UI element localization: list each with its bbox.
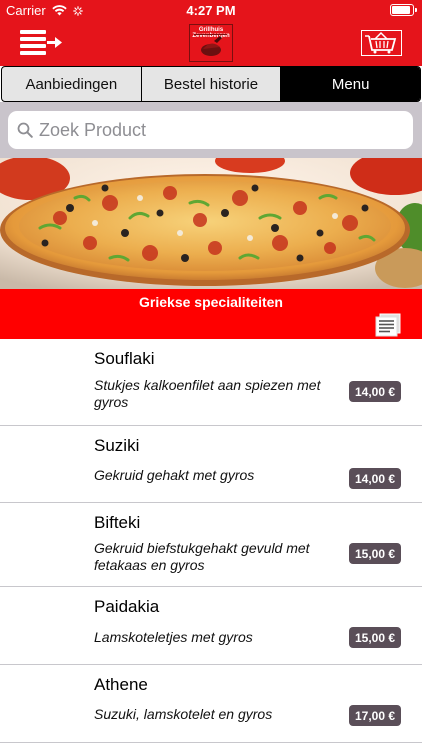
search-bar <box>0 102 422 158</box>
status-bar: Carrier 4:27 PM <box>0 0 422 20</box>
category-header: Griekse specialiteiten <box>0 289 422 339</box>
hero-pizza-image <box>0 158 422 289</box>
product-row-paidakia[interactable]: Paidakia Lamskoteletjes met gyros 15,00 … <box>0 587 422 665</box>
search-input[interactable] <box>39 119 399 141</box>
product-description: Stukjes kalkoenfilet aan spiezen met gyr… <box>94 377 321 410</box>
document-list-button[interactable] <box>375 313 402 337</box>
product-list: Souflaki Stukjes kalkoenfilet aan spieze… <box>0 339 422 743</box>
nav-bar: Grillhuis Zevenbergen <box>0 20 422 66</box>
tab-bestel-historie[interactable]: Bestel historie <box>140 67 281 101</box>
product-description: Suzuki, lamskotelet en gyros <box>94 706 273 722</box>
product-description: Gekruid gehakt met gyros <box>94 467 255 483</box>
menu-arrow-icon <box>20 30 62 55</box>
product-description: Gekruid biefstukgehakt gevuld met fetaka… <box>94 540 310 573</box>
price-badge: 15,00 € <box>349 543 401 564</box>
logo-graphic <box>194 34 227 56</box>
tab-aanbiedingen[interactable]: Aanbiedingen <box>2 67 141 101</box>
price-badge: 14,00 € <box>349 468 401 489</box>
status-time: 4:27 PM <box>186 3 236 18</box>
price-badge: 14,00 € <box>349 381 401 402</box>
battery-icon <box>390 4 417 16</box>
product-name: Souflaki <box>94 349 155 368</box>
battery-level <box>392 6 410 14</box>
search-icon <box>17 122 33 138</box>
basket-icon <box>365 31 397 54</box>
product-row-athene[interactable]: Athene Suzuki, lamskotelet en gyros 17,0… <box>0 665 422 743</box>
product-name: Suziki <box>94 436 140 455</box>
document-list-icon <box>375 313 401 337</box>
menu-button[interactable] <box>20 29 64 57</box>
product-row-suziki[interactable]: Suziki Gekruid gehakt met gyros 14,00 € <box>0 426 422 503</box>
product-name: Paidakia <box>94 597 160 616</box>
search-box[interactable] <box>8 111 413 149</box>
product-name: Bifteki <box>94 513 141 532</box>
basket-button[interactable] <box>361 30 402 56</box>
price-badge: 17,00 € <box>349 705 401 726</box>
product-name: Athene <box>94 675 148 694</box>
price-badge: 15,00 € <box>349 627 401 648</box>
product-description: Lamskoteletjes met gyros <box>94 629 253 645</box>
product-row-souflaki[interactable]: Souflaki Stukjes kalkoenfilet aan spieze… <box>0 339 422 426</box>
logo-icon: Grillhuis Zevenbergen <box>189 24 233 62</box>
segmented-tabs: Aanbiedingen Bestel historie Menu <box>1 66 421 102</box>
tab-menu[interactable]: Menu <box>280 67 420 101</box>
category-title: Griekse specialiteiten <box>139 294 283 310</box>
product-row-bifteki[interactable]: Bifteki Gekruid biefstukgehakt gevuld me… <box>0 503 422 587</box>
